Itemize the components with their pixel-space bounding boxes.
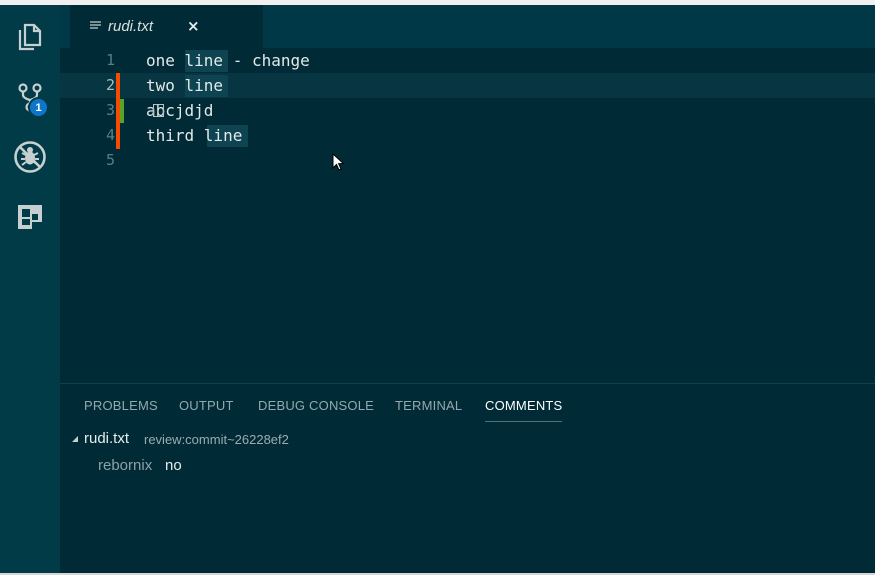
- line-number: 1: [105, 51, 115, 69]
- tab-problems[interactable]: PROBLEMS: [84, 398, 158, 413]
- source-control-badge: 1: [28, 97, 49, 118]
- activity-explorer-button[interactable]: [0, 9, 60, 65]
- bottom-panel: PROBLEMS OUTPUT DEBUG CONSOLE TERMINAL C…: [60, 383, 875, 574]
- editor-window: 1 rudi.txt × 1 one line - change 2 two l…: [0, 5, 875, 574]
- line-number: 2: [105, 76, 115, 94]
- activity-debug-button[interactable]: [0, 129, 60, 185]
- line-text: two line: [146, 76, 224, 95]
- tab-debug-console[interactable]: DEBUG CONSOLE: [258, 398, 374, 413]
- code-line: 5: [60, 148, 875, 173]
- comment-body: no: [165, 457, 182, 474]
- tab-rudi-txt[interactable]: rudi.txt ×: [70, 5, 263, 48]
- gutter-modified-marker[interactable]: [116, 99, 120, 149]
- tab-output[interactable]: OUTPUT: [179, 398, 234, 413]
- comment-glyph-icon[interactable]: [153, 104, 164, 117]
- code-line: 1 one line - change: [60, 48, 875, 73]
- comment-author: rebornix: [98, 457, 153, 474]
- activity-source-control-button[interactable]: 1: [0, 69, 60, 125]
- tab-label: rudi.txt: [108, 18, 154, 35]
- extensions-icon: [18, 205, 42, 229]
- tab-comments[interactable]: COMMENTS: [485, 398, 562, 413]
- mouse-cursor-icon: [332, 153, 345, 171]
- code-line: 3 abcjdjd: [60, 98, 875, 123]
- activity-bar: 1: [0, 5, 60, 573]
- comment-item[interactable]: rebornix no: [60, 457, 875, 479]
- line-number: 3: [105, 101, 115, 119]
- chevron-down-icon[interactable]: [71, 435, 79, 443]
- text-file-icon: [90, 21, 101, 29]
- thread-file-name: rudi.txt: [84, 430, 130, 447]
- gutter-modified-marker[interactable]: [116, 73, 120, 99]
- gutter-added-marker[interactable]: [120, 99, 124, 123]
- editor-tab-bar: rudi.txt ×: [60, 5, 875, 48]
- no-bug-icon: [14, 141, 46, 173]
- activity-extensions-button[interactable]: [0, 189, 60, 245]
- code-line: 4 third line: [60, 123, 875, 148]
- tab-terminal[interactable]: TERMINAL: [395, 398, 462, 413]
- line-text: one line - change: [146, 51, 310, 70]
- tab-close-button[interactable]: ×: [187, 17, 200, 35]
- active-tab-indicator: [485, 421, 562, 422]
- comment-thread-row[interactable]: rudi.txt review:commit~26228ef2: [60, 428, 875, 450]
- line-text: third line: [146, 126, 243, 145]
- code-line-current: 2 two line: [60, 73, 875, 98]
- files-icon: [18, 23, 42, 51]
- line-number: 4: [105, 126, 115, 144]
- thread-description: review:commit~26228ef2: [144, 432, 289, 447]
- code-editor[interactable]: 1 one line - change 2 two line 3 abcjdjd…: [60, 48, 875, 383]
- line-number: 5: [105, 151, 115, 169]
